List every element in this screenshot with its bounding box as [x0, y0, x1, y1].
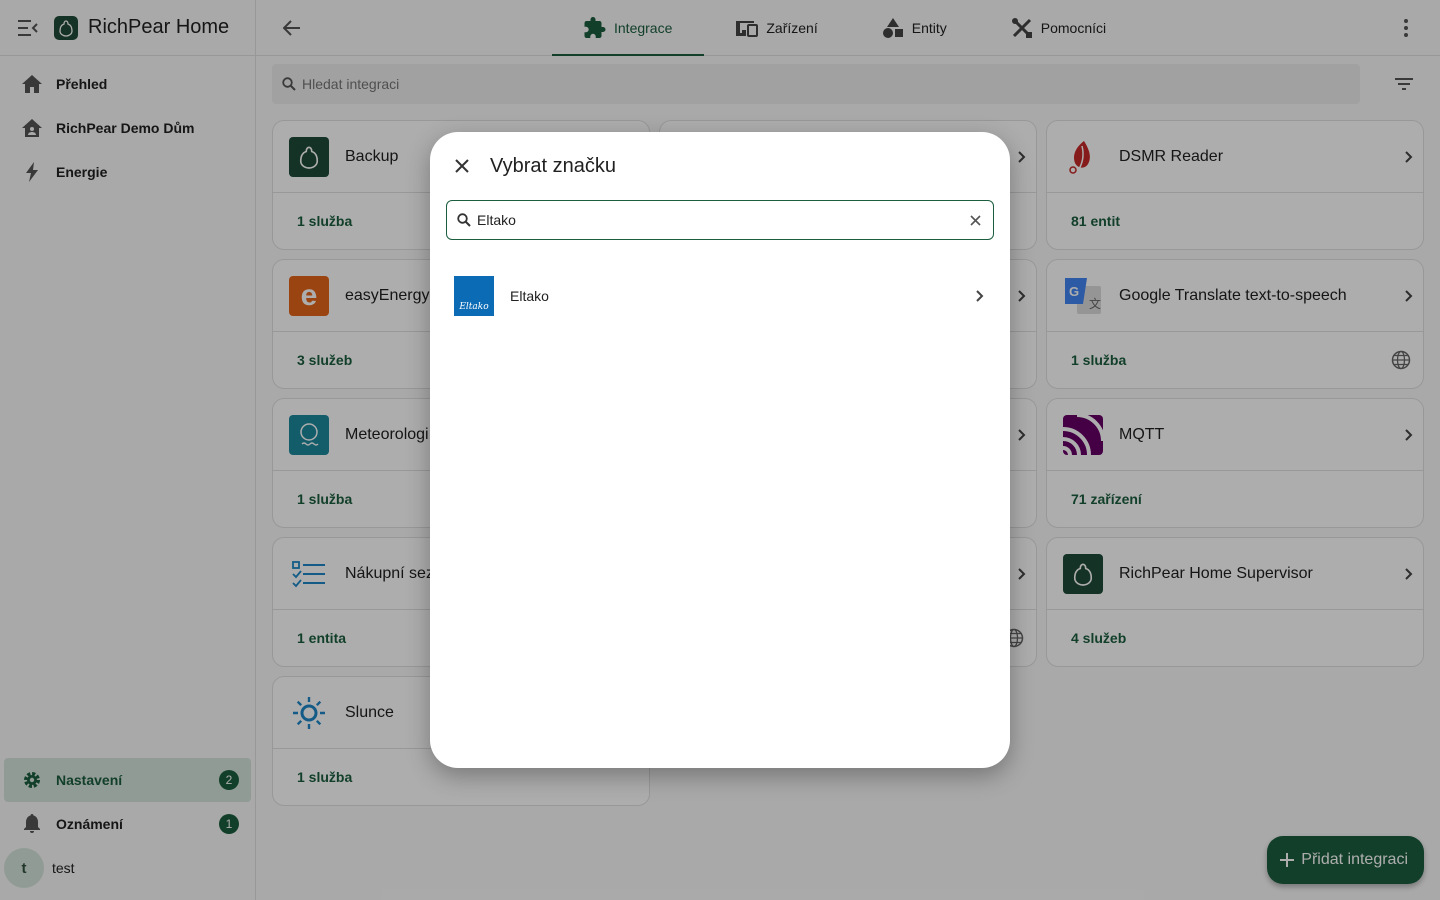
brand-search-input[interactable]: Eltako	[446, 200, 994, 240]
search-icon	[457, 213, 471, 227]
clear-search-icon[interactable]	[970, 214, 981, 226]
brand-result-name: Eltako	[510, 288, 549, 304]
eltako-logo-icon: Eltako	[454, 276, 494, 316]
brand-result-item[interactable]: Eltako Eltako	[430, 264, 1010, 328]
select-brand-dialog: Vybrat značku Eltako Eltako Eltako	[430, 132, 1010, 768]
chevron-right-icon	[976, 290, 984, 302]
search-value: Eltako	[477, 212, 516, 228]
dialog-title: Vybrat značku	[490, 155, 616, 177]
close-icon[interactable]	[450, 154, 474, 178]
